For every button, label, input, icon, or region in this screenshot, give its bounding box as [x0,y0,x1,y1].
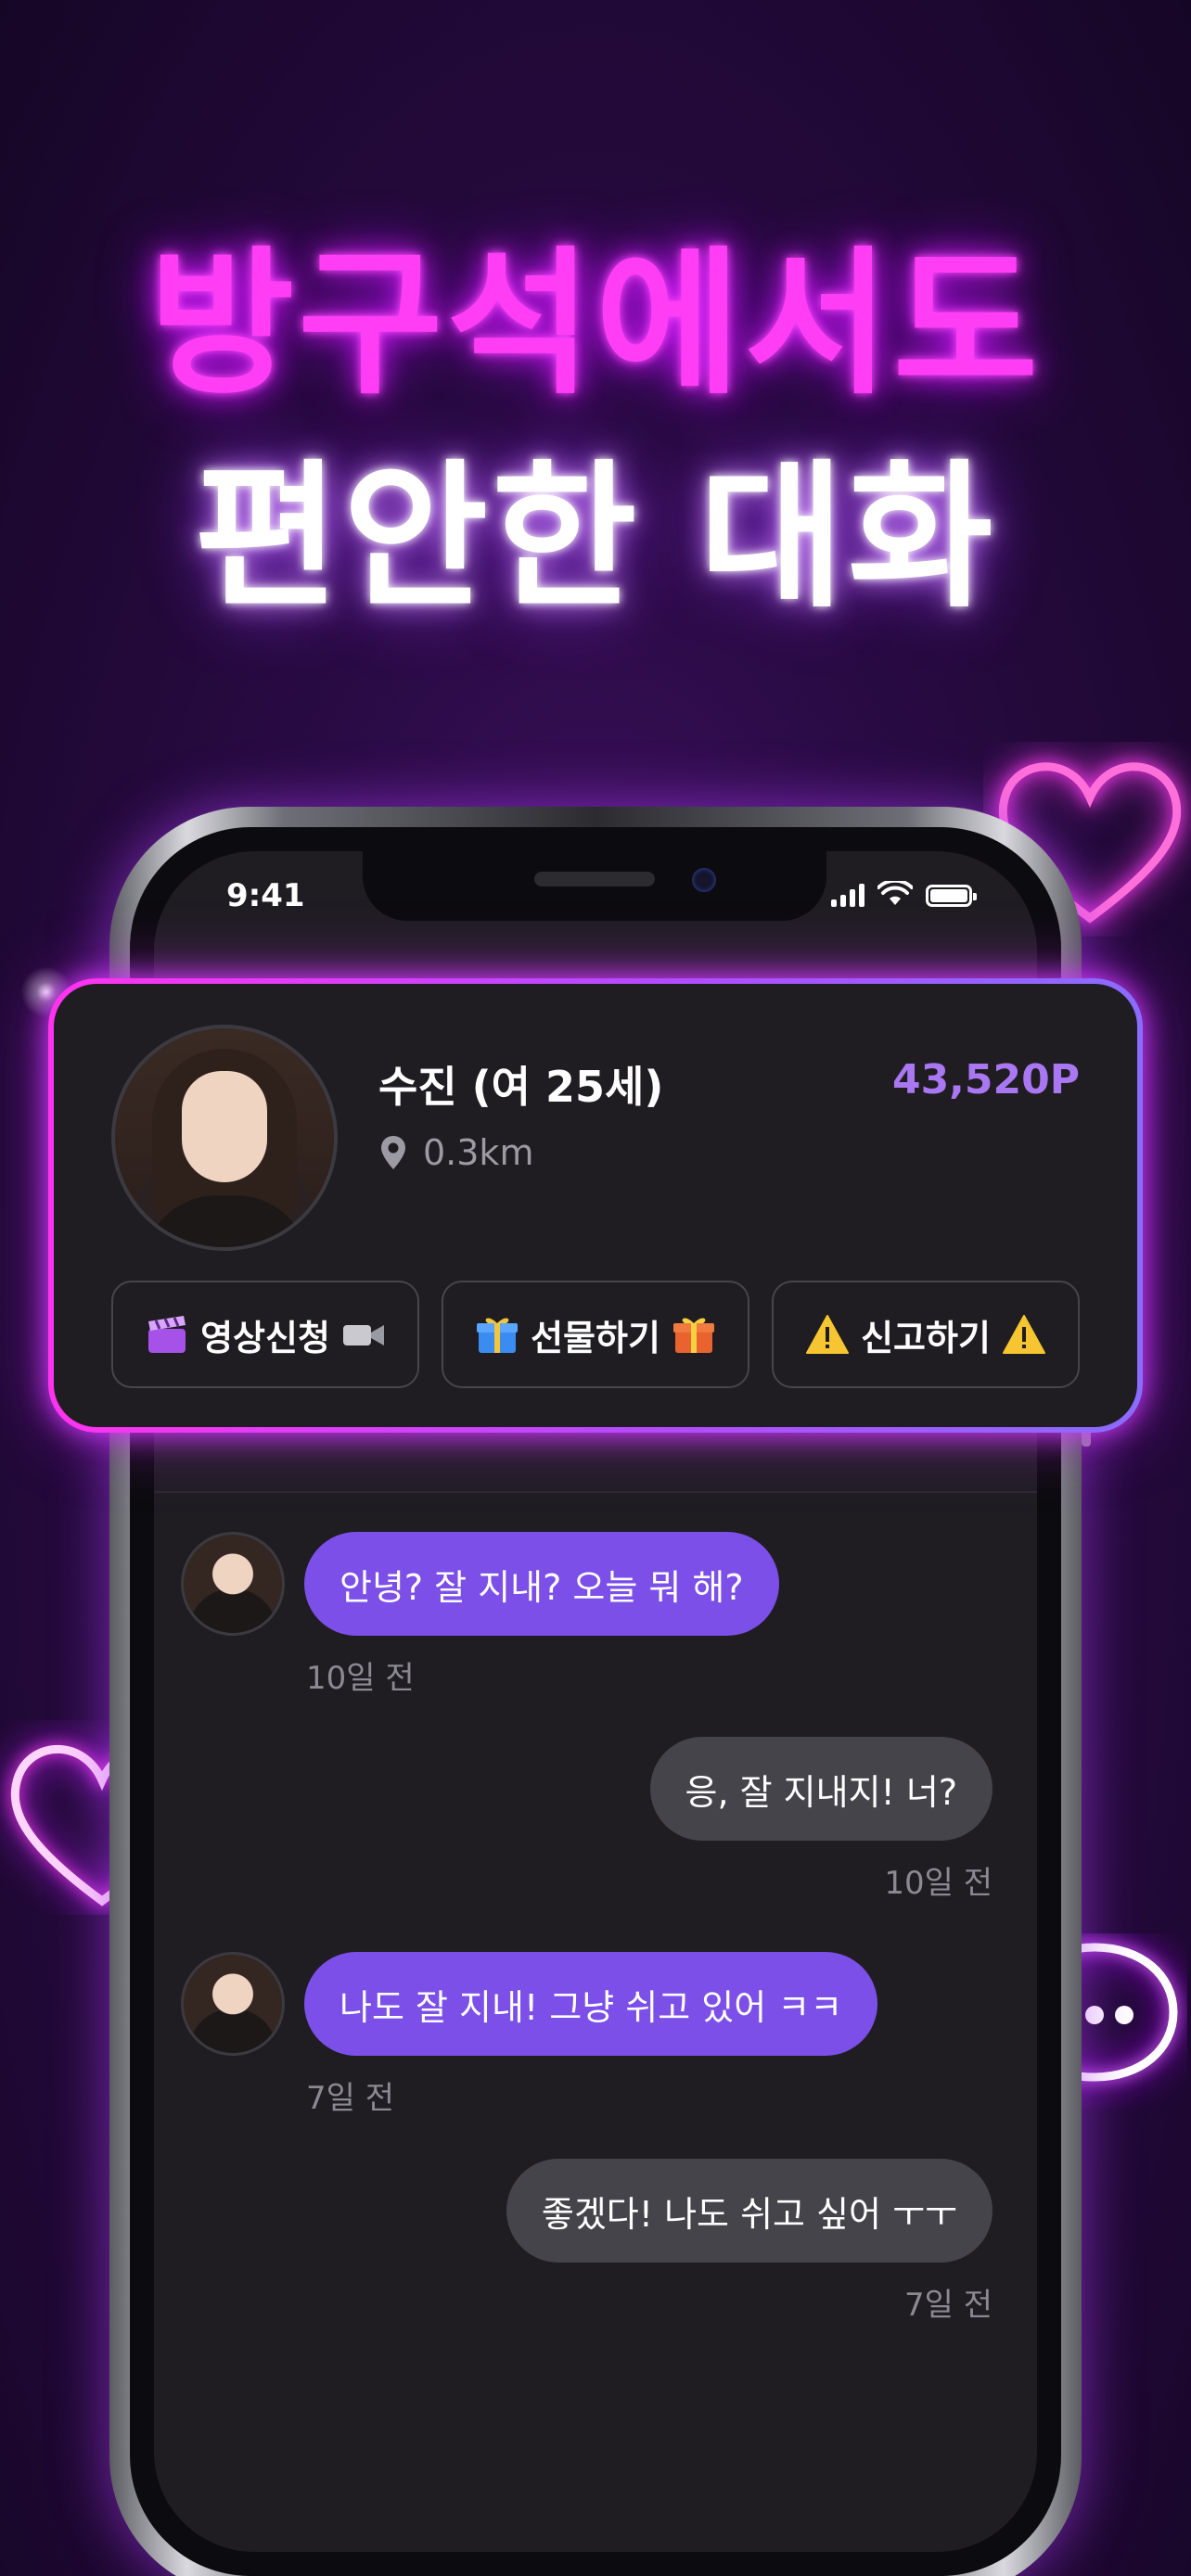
clapper-board-icon [148,1316,186,1353]
gift-icon [477,1318,519,1353]
message-bubble-outgoing[interactable]: 좋겠다! 나도 쉬고 싶어 ㅜㅜ [506,2159,992,2263]
gift-icon [672,1318,714,1353]
headline: 방구석에서도 편안한 대화 [0,232,1191,631]
location-pin-icon [381,1136,405,1169]
wifi-icon [877,881,913,905]
message-bubble-incoming[interactable]: 안녕? 잘 지내? 오늘 뭐 해? [304,1532,779,1636]
front-camera [692,868,716,892]
profile-distance: 0.3km [378,1132,533,1173]
message-bubble-incoming[interactable]: 나도 잘 지내! 그냥 쉬고 있어 ㅋㅋ [304,1952,878,2056]
video-request-button[interactable]: 영상신청 [111,1281,419,1388]
warning-icon [806,1315,850,1354]
message-timestamp: 10일 전 [306,1660,415,1697]
notch [363,851,826,921]
profile-card-body: 수진 (여 25세) 43,520P 0.3km 영상신청 선물하기 신고하기 [54,984,1137,1427]
divider [154,1491,1037,1493]
points-balance: 43,520P [891,1056,1080,1103]
send-gift-button[interactable]: 선물하기 [442,1281,749,1388]
message-timestamp: 7일 전 [306,2080,394,2117]
distance-label: 0.3km [423,1132,534,1173]
battery-icon [926,885,977,907]
profile-card: 수진 (여 25세) 43,520P 0.3km 영상신청 선물하기 신고하기 [48,978,1143,1433]
headline-line-2: 편안한 대화 [194,446,997,630]
status-icons [831,881,977,907]
profile-name: 수진 (여 25세) [378,1062,664,1112]
status-time: 9:41 [226,877,305,914]
video-request-label: 영상신청 [200,1317,330,1358]
signal-icon [831,883,864,907]
avatar[interactable] [181,1952,285,2056]
report-label: 신고하기 [861,1317,991,1358]
speaker [534,872,655,886]
headline-line-1: 방구석에서도 [148,233,1043,416]
warning-icon [1002,1315,1045,1354]
send-gift-label: 선물하기 [531,1317,660,1358]
profile-actions: 영상신청 선물하기 신고하기 [111,1281,1080,1388]
avatar[interactable] [181,1532,285,1636]
message-bubble-outgoing[interactable]: 응, 잘 지내지! 너? [649,1737,992,1841]
video-camera-icon [342,1325,384,1345]
message-timestamp: 7일 전 [904,2287,992,2324]
message-timestamp: 10일 전 [884,1865,992,1902]
report-button[interactable]: 신고하기 [772,1281,1080,1388]
profile-avatar[interactable] [111,1025,338,1251]
